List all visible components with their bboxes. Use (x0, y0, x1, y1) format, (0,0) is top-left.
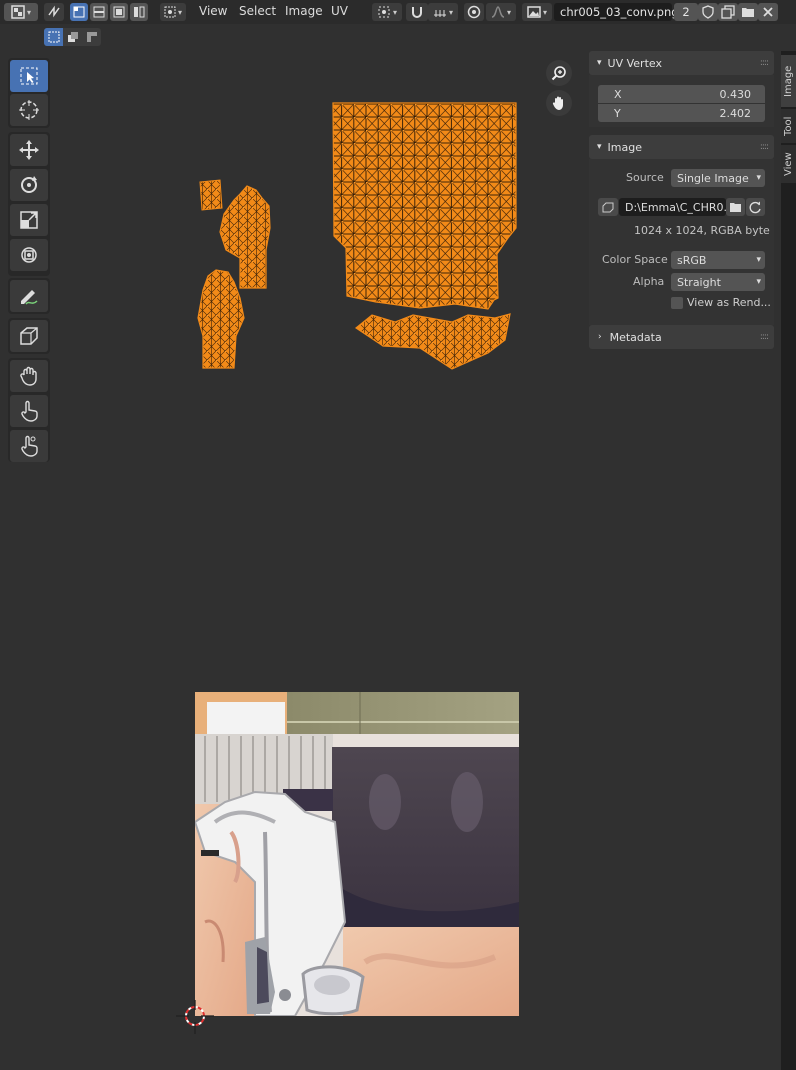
unlink-image-button[interactable] (758, 3, 778, 21)
image-type-button[interactable] (598, 198, 618, 216)
image-users-count[interactable]: 2 (674, 3, 698, 21)
tab-image-label: Image (783, 65, 794, 97)
uv-island-body (332, 102, 517, 310)
uv-x-label: X (614, 87, 622, 101)
browse-file-button[interactable] (726, 198, 745, 216)
uv-y-label: Y (614, 106, 621, 120)
duplicate-icon (721, 5, 735, 19)
sidebar-tabs: Image Tool View (781, 51, 796, 1070)
new-image-button[interactable] (718, 3, 738, 21)
texture-image (195, 692, 519, 1016)
panel-header-metadata[interactable]: › Metadata :::: (589, 325, 774, 349)
panel-title-metadata: Metadata (609, 330, 662, 344)
tab-view-label: View (783, 152, 794, 176)
uv-x-value: 0.430 (719, 87, 752, 101)
chevron-down-icon: ▾ (597, 58, 602, 68)
view-as-render-checkbox[interactable] (671, 297, 683, 309)
drag-handle-icon[interactable]: :::: (760, 58, 769, 68)
source-dropdown[interactable]: Single Image ▾ (671, 169, 765, 187)
open-image-button[interactable] (738, 3, 758, 21)
users-count-text: 2 (682, 5, 690, 19)
chevron-right-icon: › (598, 332, 602, 342)
folder-icon (730, 203, 741, 212)
filepath-value: D:\Emma\C_CHR0... (625, 200, 726, 214)
panel-body-uv-vertex: X 0.430 Y 2.402 (589, 75, 774, 127)
view-as-render-label: View as Rend... (687, 296, 771, 309)
reload-button[interactable] (746, 198, 765, 216)
shield-icon (702, 5, 714, 19)
tab-tool[interactable]: Tool (781, 109, 796, 143)
drag-handle-icon[interactable]: :::: (760, 332, 769, 342)
chevron-down-icon: ▾ (756, 255, 761, 265)
uv-y-field[interactable]: Y 2.402 (598, 104, 765, 122)
folder-icon (742, 8, 754, 17)
drag-handle-icon[interactable]: :::: (760, 142, 769, 152)
image-file-icon (602, 202, 614, 213)
alpha-value: Straight (677, 275, 721, 289)
panel-title-image: Image (607, 140, 642, 154)
source-value: Single Image (677, 171, 749, 185)
color-space-label: Color Space (602, 253, 668, 266)
chevron-down-icon: ▾ (597, 142, 602, 152)
uv-island-small (199, 179, 223, 211)
chevron-down-icon: ▾ (756, 277, 761, 287)
sidebar: ▾ UV Vertex :::: X 0.430 Y 2.402 ▾ Image… (589, 51, 774, 351)
chevron-down-icon: ▾ (756, 173, 761, 183)
uv-y-value: 2.402 (719, 106, 752, 120)
uv-x-field[interactable]: X 0.430 (598, 85, 765, 103)
panel-header-image[interactable]: ▾ Image :::: (589, 135, 774, 159)
panel-title-uv-vertex: UV Vertex (607, 56, 662, 70)
color-space-value: sRGB (677, 253, 707, 267)
close-icon (763, 7, 773, 17)
uv-island-glove-lower (197, 269, 245, 369)
tab-image[interactable]: Image (781, 55, 796, 107)
image-info-text: 1024 x 1024, RGBA byte (634, 224, 770, 237)
reload-icon (749, 201, 761, 213)
tab-view[interactable]: View (781, 145, 796, 183)
uv-island-strip (354, 313, 511, 370)
panel-header-uv-vertex[interactable]: ▾ UV Vertex :::: (589, 51, 774, 75)
tab-tool-label: Tool (783, 116, 794, 136)
color-space-dropdown[interactable]: sRGB ▾ (671, 251, 765, 269)
fake-user-button[interactable] (698, 3, 718, 21)
panel-body-image: Source Single Image ▾ D:\Emma\C_CHR0... … (589, 159, 774, 325)
alpha-label: Alpha (633, 275, 665, 288)
filepath-field[interactable]: D:\Emma\C_CHR0... (619, 198, 726, 216)
alpha-dropdown[interactable]: Straight ▾ (671, 273, 765, 291)
source-label: Source (626, 171, 664, 184)
2d-cursor-icon[interactable] (174, 996, 216, 1036)
